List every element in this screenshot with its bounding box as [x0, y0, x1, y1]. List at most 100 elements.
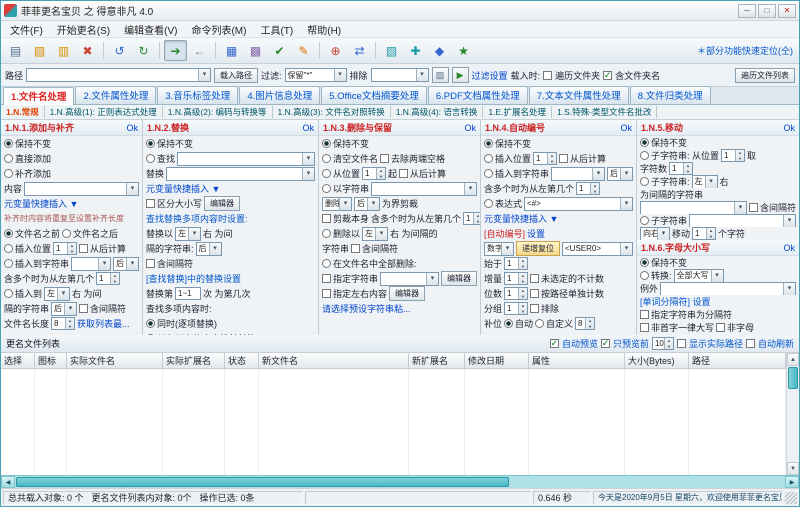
spinner[interactable]: 8	[51, 317, 76, 330]
combo[interactable]	[380, 271, 439, 286]
radio[interactable]	[322, 169, 331, 178]
spinner[interactable]: 1	[504, 287, 529, 300]
checkbox[interactable]	[716, 323, 726, 332]
scroll-left-icon[interactable]: ◀	[1, 476, 15, 488]
col-real-ext[interactable]: 实际扩展名	[163, 353, 225, 369]
combo[interactable]: 左	[44, 286, 71, 301]
radio[interactable]	[640, 271, 649, 280]
menu-start-rename[interactable]: 开始更名(S)	[50, 21, 117, 38]
path-combo[interactable]	[26, 68, 212, 82]
spinner[interactable]: 1	[504, 302, 529, 315]
case-combo[interactable]: 全部大写	[673, 269, 724, 282]
resize-grip[interactable]	[785, 491, 797, 504]
tab-text-attr[interactable]: 7.文本文件属性处理	[528, 86, 629, 104]
checkbox[interactable]	[380, 154, 390, 163]
checkbox[interactable]	[322, 274, 331, 283]
checkbox[interactable]	[748, 203, 758, 212]
minimize-icon[interactable]: ─	[738, 3, 756, 18]
content-combo[interactable]	[24, 181, 139, 196]
user-var-combo[interactable]: <USER0>	[562, 241, 633, 256]
subtab-language[interactable]: 1.N.高级(4): 语言转换	[391, 106, 484, 118]
var-insert-link[interactable]: 元变量快捷插入 ▼	[484, 212, 558, 225]
radio[interactable]	[484, 169, 493, 178]
show-real-path-checkbox[interactable]	[676, 339, 686, 348]
panel-ok-button[interactable]: Ok	[126, 123, 138, 133]
checkbox[interactable]	[146, 259, 155, 268]
checkbox[interactable]	[399, 169, 409, 178]
direction-combo[interactable]: 向右	[640, 227, 670, 240]
get-max-link[interactable]: 获取列表最...	[77, 317, 130, 330]
radio[interactable]	[4, 259, 13, 268]
spinner[interactable]: 1	[362, 167, 387, 180]
scroll-down-icon[interactable]: ▼	[787, 462, 799, 475]
horizontal-scrollbar[interactable]: ◀ ▶	[1, 475, 799, 488]
combo[interactable]	[689, 214, 796, 227]
combo[interactable]: 左	[691, 175, 718, 188]
edit-name-icon[interactable]: ✎	[292, 40, 315, 61]
radio[interactable]	[504, 319, 514, 328]
radio[interactable]	[4, 229, 13, 238]
apply-filter-icon[interactable]: ▶	[451, 67, 469, 83]
subtab-encoding[interactable]: 1.N.高级(2): 编码与转换等	[163, 106, 273, 118]
list-view-icon[interactable]: ▦	[220, 40, 243, 61]
radio[interactable]	[4, 139, 13, 148]
radio[interactable]	[4, 289, 13, 298]
auto-refresh-checkbox[interactable]	[745, 339, 755, 348]
scroll-thumb[interactable]	[788, 367, 798, 389]
close-icon[interactable]: ✕	[778, 3, 796, 18]
spinner[interactable]: 1	[96, 272, 121, 285]
combo[interactable]: 后	[354, 196, 380, 211]
preset-strings-link[interactable]: 请选择预设字符串粘...	[322, 302, 411, 315]
grid-icon[interactable]: ▧	[380, 40, 403, 61]
col-new-ext[interactable]: 新扩展名	[409, 353, 465, 369]
col-size[interactable]: 大小(Bytes)	[625, 353, 689, 369]
tab-file-classify[interactable]: 8.文件归类处理	[629, 86, 711, 104]
pin-icon[interactable]: ◆	[428, 40, 451, 61]
maximize-icon[interactable]: □	[758, 3, 776, 18]
combo[interactable]	[640, 201, 747, 214]
col-status[interactable]: 状态	[225, 353, 259, 369]
radio[interactable]	[640, 138, 649, 147]
checkbox[interactable]	[146, 199, 155, 208]
tab-music-tag[interactable]: 3.音乐标签处理	[157, 86, 239, 104]
vertical-scrollbar[interactable]: ▲ ▼	[786, 353, 799, 475]
add-folder-icon[interactable]: ▥	[52, 40, 75, 61]
radio[interactable]	[146, 139, 155, 148]
radio[interactable]	[484, 199, 493, 208]
checkbox[interactable]	[322, 214, 331, 223]
combo[interactable]	[371, 181, 477, 196]
checkbox[interactable]	[322, 289, 331, 298]
radio[interactable]	[4, 244, 13, 253]
radio[interactable]	[4, 154, 13, 163]
scroll-thumb[interactable]	[16, 477, 509, 487]
editor-button[interactable]: 编辑器	[441, 271, 477, 286]
reset-button[interactable]: 递增复位	[516, 241, 560, 256]
col-select[interactable]: 选择	[1, 353, 35, 369]
col-new-name[interactable]: 新文件名	[259, 353, 409, 369]
locate-icon[interactable]: ⊕	[324, 40, 347, 61]
radio[interactable]	[640, 216, 649, 225]
subtab-special[interactable]: 1.S.特殊-类型文件名批改	[552, 106, 658, 118]
combo[interactable]	[551, 166, 605, 181]
panel-ok-button[interactable]: Ok	[464, 123, 476, 133]
radio[interactable]	[146, 319, 155, 328]
spinner[interactable]: 1	[504, 272, 529, 285]
combo[interactable]: 左	[362, 226, 389, 241]
quick-locate-hint[interactable]: ＊部分功能快速定位(仝)	[697, 44, 796, 57]
checkbox[interactable]	[530, 289, 540, 298]
scroll-track[interactable]	[15, 476, 785, 488]
col-path[interactable]: 路径	[689, 353, 786, 369]
checkbox[interactable]	[530, 304, 540, 313]
checkbox[interactable]	[79, 244, 89, 253]
find-combo[interactable]	[177, 151, 315, 166]
radio[interactable]	[484, 139, 493, 148]
col-real-name[interactable]: 实际文件名	[67, 353, 163, 369]
radio[interactable]	[62, 229, 72, 238]
checkbox[interactable]	[640, 323, 649, 332]
editor-button[interactable]: 编辑器	[204, 196, 241, 211]
go-back-icon[interactable]: ←	[188, 40, 211, 61]
load-path-button[interactable]: 载入路径	[214, 67, 259, 83]
check-all-icon[interactable]: ✔	[268, 40, 291, 61]
include-folder-name-checkbox[interactable]	[603, 70, 613, 80]
panel-ok-button[interactable]: Ok	[783, 123, 795, 133]
